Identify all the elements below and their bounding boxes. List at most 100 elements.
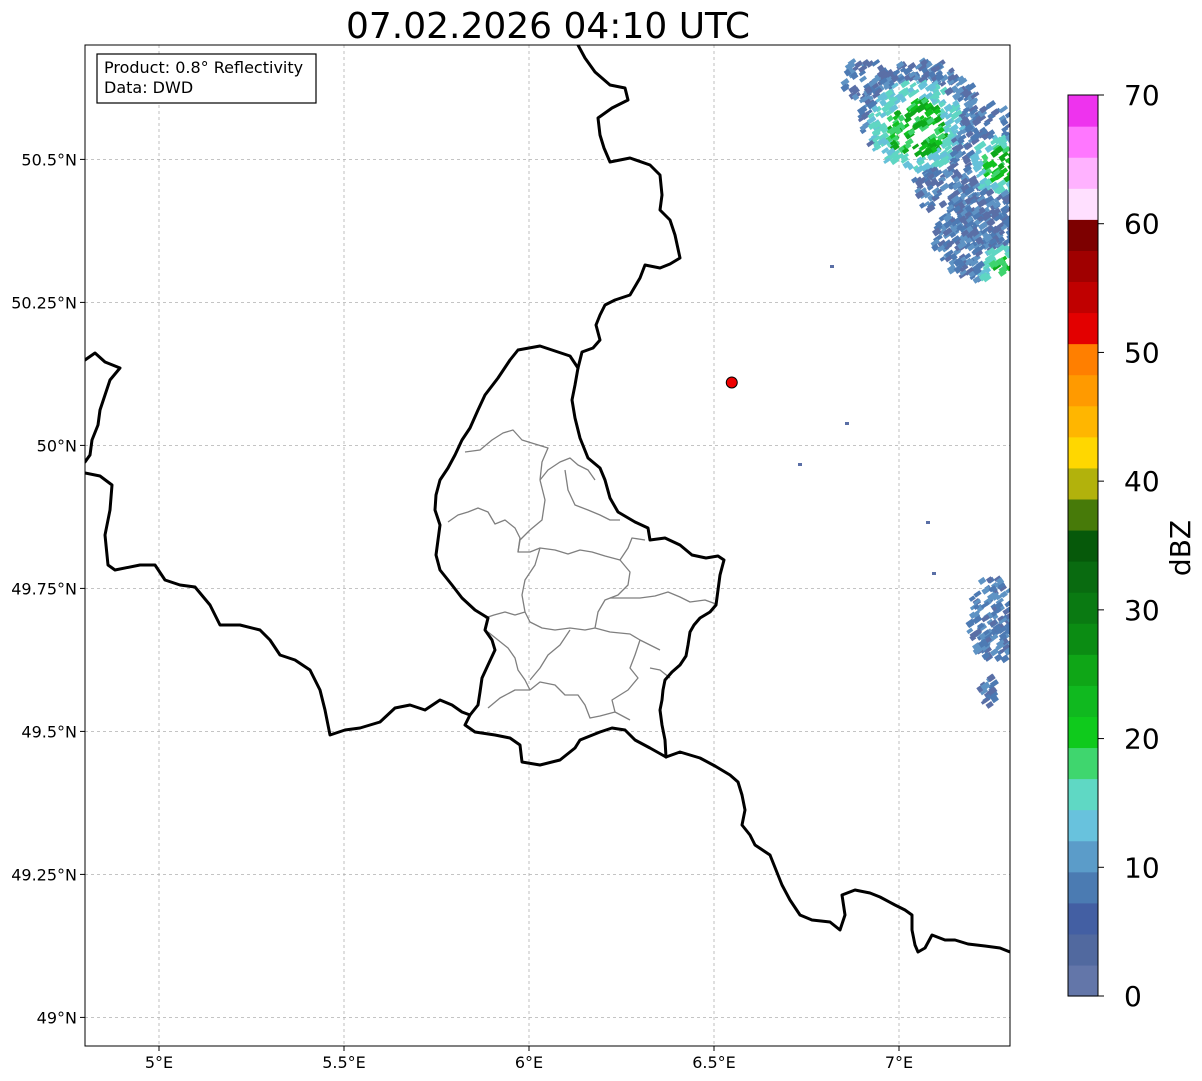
echo-pixel — [1015, 201, 1021, 207]
echo-pixel — [1015, 141, 1021, 147]
echo-pixel — [1009, 133, 1010, 142]
colorbar-bin — [1068, 747, 1098, 780]
echo-pixel — [1013, 176, 1022, 184]
figure-title: 07.02.2026 04:10 UTC — [346, 6, 750, 47]
colorbar-bin — [1068, 374, 1098, 407]
echo-pixel — [1013, 189, 1021, 197]
x-tick-label: 5.5°E — [322, 1053, 366, 1072]
colorbar-bin — [1068, 188, 1098, 220]
echo-pixel — [1014, 237, 1023, 246]
longitude-ticks: 5°E 5.5°E 6°E 6.5°E 7°E — [145, 1046, 913, 1072]
echo-pixel — [1012, 152, 1020, 159]
echo-pixel — [1017, 149, 1024, 156]
colorbar-bin — [1068, 685, 1098, 717]
y-tick-label: 49°N — [37, 1008, 77, 1027]
echo-pixel — [1015, 177, 1024, 186]
colorbar-bin — [1068, 964, 1098, 997]
echo-pixel — [1011, 219, 1020, 227]
y-tick-label: 50°N — [37, 436, 77, 455]
echo-pixel — [1022, 177, 1032, 186]
echo-pixel — [1020, 187, 1028, 195]
colorbar-bin — [1068, 933, 1098, 966]
echo-pixel — [1018, 231, 1027, 238]
data-source-label: Data: DWD — [104, 78, 193, 97]
echo-pixel — [1009, 606, 1010, 615]
echo-pixel — [1011, 221, 1021, 231]
colorbar-label: dBZ — [1164, 520, 1197, 576]
colorbar-tick-label: 20 — [1124, 723, 1160, 756]
colorbar-tick-label: 10 — [1124, 851, 1160, 884]
radar-location-marker — [725, 376, 738, 389]
echo-pixel — [1014, 227, 1023, 235]
colorbar-bin — [1068, 467, 1098, 500]
echo-pixel — [1012, 605, 1019, 612]
echo-pixel — [1014, 208, 1022, 215]
echo-pixel — [1017, 160, 1025, 167]
echo-pixel — [1011, 158, 1019, 166]
colorbar-bin — [1068, 250, 1098, 283]
echo-pixel — [1016, 126, 1025, 134]
echo-pixel — [1013, 214, 1022, 223]
colorbar-bin — [1068, 561, 1098, 593]
echo-pixel — [798, 463, 802, 466]
colorbar-bin — [1068, 312, 1098, 345]
colorbar-bin — [1068, 902, 1098, 935]
y-tick-label: 49.25°N — [11, 865, 77, 884]
colorbar-bin — [1068, 809, 1098, 842]
echo-pixel — [1014, 189, 1022, 197]
echo-pixel — [1018, 145, 1029, 155]
echo-pixel — [1014, 213, 1021, 220]
echo-pixel — [1019, 142, 1026, 149]
echo-pixel — [1014, 198, 1022, 206]
colorbar-bin — [1068, 840, 1098, 873]
echo-pixel — [1021, 145, 1028, 153]
echo-pixel — [1012, 209, 1021, 216]
echo-pixel — [1011, 621, 1021, 629]
y-tick-label: 49.5°N — [21, 722, 77, 741]
echo-pixel — [1010, 223, 1019, 231]
echo-pixel — [1019, 201, 1028, 209]
echo-pixel — [1012, 623, 1019, 630]
colorbar-tick-label: 60 — [1124, 208, 1160, 241]
echo-pixel — [1013, 122, 1020, 128]
echo-pixel — [1013, 257, 1021, 265]
colorbar-bin — [1068, 343, 1098, 376]
info-box: Product: 0.8° Reflectivity Data: DWD — [96, 53, 317, 104]
colorbar-bin — [1068, 871, 1098, 904]
colorbar-bins — [1068, 95, 1098, 997]
echo-pixel — [1013, 239, 1023, 248]
colorbar-bin — [1068, 778, 1098, 811]
radar-figure: 07.02.2026 04:10 UTC Product: 0.8° Refle… — [11, 6, 1197, 1072]
echo-pixel — [1010, 200, 1019, 209]
colorbar-bin — [1068, 654, 1098, 686]
echo-pixel — [845, 422, 849, 425]
echo-pixel — [1012, 221, 1021, 229]
y-tick-label: 49.75°N — [11, 579, 77, 598]
echo-pixel — [926, 521, 930, 524]
echo-pixel — [1015, 621, 1022, 628]
echo-pixel — [1015, 129, 1024, 137]
x-tick-label: 6°E — [515, 1053, 543, 1072]
colorbar-bin — [1068, 157, 1098, 189]
echo-pixel — [1024, 180, 1032, 188]
echo-pixel — [1012, 138, 1018, 144]
echo-pixel — [1013, 220, 1022, 228]
colorbar-ticks: 0 10 20 30 40 50 60 70 — [1098, 79, 1160, 1013]
colorbar-bin — [1068, 716, 1098, 749]
colorbar-bin — [1068, 623, 1098, 655]
colorbar-bin — [1068, 95, 1098, 127]
echo-pixel — [1011, 219, 1020, 227]
echo-pixel — [1014, 236, 1021, 243]
map-panel: Product: 0.8° Reflectivity Data: DWD 5°E… — [11, 44, 1032, 1072]
colorbar-bin — [1068, 219, 1098, 251]
colorbar-tick-label: 0 — [1124, 980, 1142, 1013]
echo-pixel — [1020, 170, 1029, 178]
map-background — [85, 45, 1010, 1046]
echo-pixel — [1010, 231, 1019, 239]
echo-pixel — [1015, 151, 1023, 158]
echo-pixel — [1012, 635, 1021, 642]
colorbar-bin — [1068, 529, 1098, 562]
colorbar-tick-label: 30 — [1124, 594, 1160, 627]
echo-pixel — [1011, 194, 1020, 202]
colorbar-bin — [1068, 498, 1098, 531]
